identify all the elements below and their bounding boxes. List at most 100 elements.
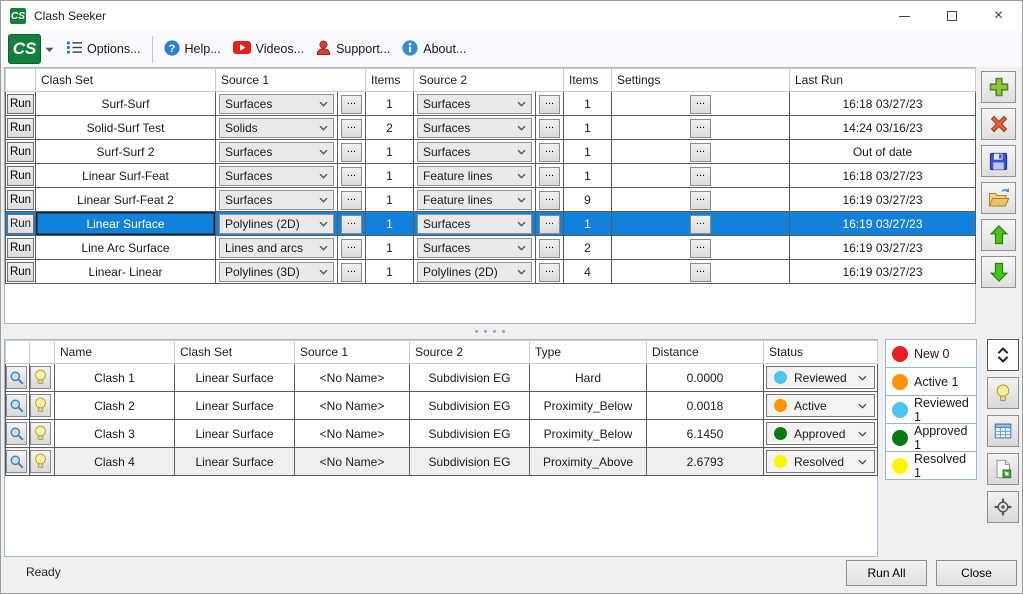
source2-dropdown[interactable]: Surfaces (417, 237, 532, 258)
move-up-button[interactable] (981, 219, 1016, 251)
legend-item[interactable]: Resolved 1 (885, 451, 977, 480)
source1-dropdown[interactable]: Surfaces (219, 93, 334, 114)
source1-browse-button[interactable]: ... (341, 262, 362, 282)
settings-button[interactable]: ... (690, 142, 711, 162)
run-button[interactable]: Run (7, 117, 34, 138)
settings-button[interactable]: ... (690, 262, 711, 282)
splitter-handle[interactable] (4, 326, 976, 336)
clash-result-row[interactable]: Clash 2 Linear Surface <No Name> Subdivisio… (5, 391, 878, 420)
source1-dropdown[interactable]: Surfaces (219, 165, 334, 186)
clash-set-row[interactable]: Run Surf-Surf Surfaces... 1 Surfaces... 1... 1… (5, 91, 976, 116)
run-button[interactable]: Run (7, 261, 34, 282)
source2-dropdown[interactable]: Surfaces (417, 93, 532, 114)
source2-browse-button[interactable]: ... (539, 238, 560, 258)
clash-set-name[interactable]: Surf-Surf (35, 91, 216, 116)
clash-set-name[interactable]: Linear Surf-Feat (35, 163, 216, 188)
clash-result-row[interactable]: Clash 1 Linear Surface <No Name> Subdivisio… (5, 363, 878, 392)
app-menu-caret-icon[interactable] (45, 42, 54, 56)
zoom-to-clash-button[interactable] (6, 394, 27, 417)
clash-set-name[interactable]: Surf-Surf 2 (35, 139, 216, 164)
add-clash-set-button[interactable] (981, 71, 1016, 103)
settings-button[interactable]: ... (690, 214, 711, 234)
clash-set-name[interactable]: Linear- Linear (35, 259, 216, 284)
run-button[interactable]: Run (7, 189, 34, 210)
source1-dropdown[interactable]: Surfaces (219, 189, 334, 210)
source2-browse-button[interactable]: ... (539, 190, 560, 210)
collapse-expand-button[interactable] (987, 339, 1019, 371)
run-button[interactable]: Run (7, 93, 34, 114)
source2-browse-button[interactable]: ... (539, 94, 560, 114)
status-dropdown[interactable]: Resolved (766, 450, 875, 473)
source2-browse-button[interactable]: ... (539, 142, 560, 162)
help-button[interactable]: ? Help... (158, 35, 227, 64)
source1-dropdown[interactable]: Solids (219, 117, 334, 138)
clash-set-row[interactable]: Run Line Arc Surface Lines and arcs... 1 Sur… (5, 235, 976, 260)
source1-browse-button[interactable]: ... (341, 214, 362, 234)
save-clash-sets-button[interactable] (981, 145, 1016, 177)
delete-clash-set-button[interactable] (981, 108, 1016, 140)
source2-dropdown[interactable]: Surfaces (417, 213, 532, 234)
close-dialog-button[interactable]: Close (936, 560, 1017, 586)
source1-browse-button[interactable]: ... (341, 142, 362, 162)
source2-dropdown[interactable]: Feature lines (417, 165, 532, 186)
status-dropdown[interactable]: Active (766, 394, 875, 417)
source1-browse-button[interactable]: ... (341, 166, 362, 186)
close-window-button[interactable]: × (975, 1, 1022, 31)
settings-button[interactable]: ... (690, 190, 711, 210)
clash-set-row[interactable]: Run Linear Surface Polylines (2D)... 1 Surfa… (5, 211, 976, 236)
settings-button[interactable]: ... (690, 166, 711, 186)
maximize-button[interactable] (928, 1, 975, 31)
clash-set-name[interactable]: Linear Surf-Feat 2 (35, 187, 216, 212)
source2-dropdown[interactable]: Polylines (2D) (417, 261, 532, 282)
clash-set-row[interactable]: Run Solid-Surf Test Solids... 2 Surfaces... 1… (5, 115, 976, 140)
source1-browse-button[interactable]: ... (341, 238, 362, 258)
settings-button[interactable]: ... (690, 238, 711, 258)
clash-result-row[interactable]: Clash 3 Linear Surface <No Name> Subdivisio… (5, 419, 878, 448)
zoom-to-clash-button[interactable] (6, 450, 27, 473)
clash-set-name[interactable]: Line Arc Surface (35, 235, 216, 260)
highlight-clash-button[interactable] (30, 366, 51, 389)
legend-item[interactable]: Active 1 (885, 367, 977, 396)
open-clash-sets-button[interactable] (981, 182, 1016, 214)
clash-set-name[interactable]: Solid-Surf Test (35, 115, 216, 140)
source2-browse-button[interactable]: ... (539, 118, 560, 138)
source1-browse-button[interactable]: ... (341, 118, 362, 138)
about-button[interactable]: About... (396, 35, 472, 64)
legend-item[interactable]: Reviewed 1 (885, 395, 977, 424)
clash-set-row[interactable]: Run Linear- Linear Polylines (3D)... 1 Polyl… (5, 259, 976, 284)
clash-set-row[interactable]: Run Linear Surf-Feat 2 Surfaces... 1 Feature… (5, 187, 976, 212)
highlight-all-button[interactable] (987, 377, 1019, 409)
source2-browse-button[interactable]: ... (539, 262, 560, 282)
clash-set-row[interactable]: Run Surf-Surf 2 Surfaces... 1 Surfaces... 1..… (5, 139, 976, 164)
source1-browse-button[interactable]: ... (341, 190, 362, 210)
support-button[interactable]: Support... (310, 35, 396, 63)
highlight-clash-button[interactable] (30, 422, 51, 445)
run-button[interactable]: Run (7, 237, 34, 258)
export-report-button[interactable] (987, 453, 1019, 485)
source1-browse-button[interactable]: ... (341, 94, 362, 114)
app-menu-button[interactable]: CS (8, 34, 41, 64)
settings-button[interactable]: ... (690, 118, 711, 138)
source2-dropdown[interactable]: Surfaces (417, 117, 532, 138)
table-view-button[interactable] (987, 415, 1019, 447)
source2-browse-button[interactable]: ... (539, 166, 560, 186)
clash-set-name[interactable]: Linear Surface (35, 211, 216, 236)
legend-item[interactable]: Approved 1 (885, 423, 977, 452)
source2-browse-button[interactable]: ... (539, 214, 560, 234)
clash-result-row[interactable]: Clash 4 Linear Surface <No Name> Subdivisio… (5, 447, 878, 476)
run-all-button[interactable]: Run All (846, 560, 927, 586)
source2-dropdown[interactable]: Surfaces (417, 141, 532, 162)
run-button[interactable]: Run (7, 141, 34, 162)
run-button[interactable]: Run (7, 213, 34, 234)
source1-dropdown[interactable]: Lines and arcs (219, 237, 334, 258)
source1-dropdown[interactable]: Polylines (3D) (219, 261, 334, 282)
options-button[interactable]: Options... (61, 36, 147, 62)
settings-button[interactable]: ... (690, 94, 711, 114)
source2-dropdown[interactable]: Feature lines (417, 189, 532, 210)
pan-view-button[interactable] (987, 491, 1019, 523)
minimize-button[interactable] (881, 1, 928, 31)
run-button[interactable]: Run (7, 165, 34, 186)
status-dropdown[interactable]: Reviewed (766, 366, 875, 389)
move-down-button[interactable] (981, 256, 1016, 288)
clash-set-row[interactable]: Run Linear Surf-Feat Surfaces... 1 Feature l… (5, 163, 976, 188)
